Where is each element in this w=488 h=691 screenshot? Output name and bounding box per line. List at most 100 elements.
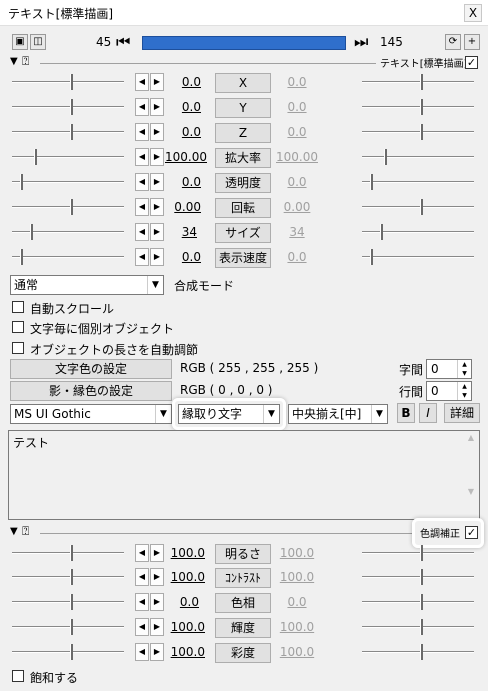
param-end-slider[interactable]	[362, 567, 474, 587]
param-button[interactable]: 拡大率	[215, 148, 271, 168]
decrement-button[interactable]: ◀	[135, 148, 149, 166]
frame-seekbar[interactable]	[142, 36, 346, 50]
param-start-value[interactable]: 100.0	[161, 620, 205, 634]
char-spacing-spinner[interactable]: 0 ▲ ▼	[426, 359, 472, 379]
param-end-slider[interactable]	[362, 247, 474, 267]
mouse-icon[interactable]: ⍰	[22, 524, 29, 539]
decrement-button[interactable]: ◀	[135, 248, 149, 266]
detail-button[interactable]: 詳細	[444, 403, 480, 423]
param-start-slider[interactable]	[12, 97, 124, 117]
param-button[interactable]: ｺﾝﾄﾗｽﾄ	[215, 568, 271, 588]
param-end-slider[interactable]	[362, 147, 474, 167]
param-start-value[interactable]: 100.00	[163, 150, 207, 164]
param-end-slider[interactable]	[362, 642, 474, 662]
spinner-arrows-icon[interactable]: ▲ ▼	[457, 382, 471, 400]
param-end-slider[interactable]	[362, 97, 474, 117]
param-button[interactable]: 透明度	[215, 173, 271, 193]
checkbox[interactable]	[12, 301, 24, 313]
checkbox[interactable]	[12, 321, 24, 333]
shadow-color-button[interactable]: 影・縁色の設定	[10, 381, 172, 401]
param-button[interactable]: 明るさ	[215, 544, 271, 564]
param-end-value[interactable]: 0.0	[275, 595, 319, 609]
line-spacing-value[interactable]: 0	[431, 384, 439, 398]
param-start-slider[interactable]	[12, 592, 124, 612]
param-end-slider[interactable]	[362, 197, 474, 217]
param-button[interactable]: サイズ	[215, 223, 271, 243]
param-start-value[interactable]: 0.0	[157, 100, 201, 114]
param-end-value[interactable]: 0.0	[275, 250, 319, 264]
collapse-arrow-icon[interactable]: ▼	[10, 56, 18, 67]
param-start-slider[interactable]	[12, 122, 124, 142]
section-text-enable-checkbox[interactable]: ✓	[465, 56, 478, 69]
param-button[interactable]: 色相	[215, 593, 271, 613]
alignment-select[interactable]: 中央揃え[中] ▼	[288, 404, 388, 424]
param-start-slider[interactable]	[12, 147, 124, 167]
text-input[interactable]: テスト ▲ ▼	[8, 430, 480, 520]
param-start-slider[interactable]	[12, 543, 124, 563]
param-start-slider[interactable]	[12, 222, 124, 242]
param-end-value[interactable]: 0.00	[275, 200, 319, 214]
camera-control-icon[interactable]: ▣	[12, 34, 28, 50]
param-start-value[interactable]: 0.0	[155, 595, 199, 609]
param-button[interactable]: 輝度	[215, 618, 271, 638]
param-button[interactable]: X	[215, 73, 271, 93]
add-filter-icon[interactable]: +	[464, 34, 480, 50]
collapse-arrow-icon[interactable]: ▼	[10, 526, 18, 537]
param-start-value[interactable]: 34	[153, 225, 197, 239]
param-end-slider[interactable]	[362, 592, 474, 612]
param-start-value[interactable]: 100.0	[161, 645, 205, 659]
param-end-slider[interactable]	[362, 543, 474, 563]
bold-button[interactable]: B	[397, 403, 415, 423]
increment-button[interactable]: ▶	[150, 148, 164, 166]
scrollbar[interactable]: ▲ ▼	[465, 433, 477, 517]
decrement-button[interactable]: ◀	[135, 568, 149, 586]
decrement-button[interactable]: ◀	[135, 198, 149, 216]
checkbox[interactable]	[12, 342, 24, 354]
param-end-value[interactable]: 100.0	[275, 645, 319, 659]
param-end-value[interactable]: 0.0	[275, 100, 319, 114]
param-start-slider[interactable]	[12, 72, 124, 92]
param-end-value[interactable]: 100.0	[275, 570, 319, 584]
text-color-button[interactable]: 文字色の設定	[10, 359, 172, 379]
param-end-value[interactable]: 100.00	[275, 150, 319, 164]
param-start-value[interactable]: 0.0	[157, 250, 201, 264]
section-color-correction-enable-checkbox[interactable]: ✓	[465, 526, 478, 539]
param-start-value[interactable]: 0.0	[157, 75, 201, 89]
blend-mode-select[interactable]: 通常 ▼	[10, 275, 164, 295]
param-end-value[interactable]: 0.0	[275, 125, 319, 139]
decrement-button[interactable]: ◀	[135, 98, 149, 116]
decrement-button[interactable]: ◀	[135, 618, 149, 636]
param-button[interactable]: 彩度	[215, 643, 271, 663]
decrement-button[interactable]: ◀	[135, 173, 149, 191]
refresh-icon[interactable]: ⟳	[445, 34, 461, 50]
decrement-button[interactable]: ◀	[135, 643, 149, 661]
param-end-value[interactable]: 0.0	[275, 175, 319, 189]
param-end-slider[interactable]	[362, 72, 474, 92]
param-button[interactable]: Y	[215, 98, 271, 118]
param-button[interactable]: Z	[215, 123, 271, 143]
font-family-select[interactable]: MS UI Gothic ▼	[10, 404, 172, 424]
param-start-value[interactable]: 0.00	[157, 200, 201, 214]
param-end-slider[interactable]	[362, 172, 474, 192]
param-end-value[interactable]: 0.0	[275, 75, 319, 89]
param-start-slider[interactable]	[12, 247, 124, 267]
italic-button[interactable]: I	[419, 403, 437, 423]
param-end-slider[interactable]	[362, 617, 474, 637]
mouse-icon[interactable]: ⍰	[22, 54, 29, 69]
param-end-value[interactable]: 100.0	[275, 620, 319, 634]
param-start-value[interactable]: 0.0	[157, 125, 201, 139]
forward-icon[interactable]: ⏭	[354, 32, 368, 52]
line-spacing-spinner[interactable]: 0 ▲ ▼	[426, 381, 472, 401]
param-start-slider[interactable]	[12, 617, 124, 637]
decrement-button[interactable]: ◀	[135, 593, 149, 611]
decrement-button[interactable]: ◀	[135, 73, 149, 91]
param-start-slider[interactable]	[12, 172, 124, 192]
checkbox[interactable]	[12, 670, 24, 682]
param-end-value[interactable]: 34	[275, 225, 319, 239]
param-start-value[interactable]: 100.0	[161, 570, 205, 584]
param-start-slider[interactable]	[12, 642, 124, 662]
spinner-arrows-icon[interactable]: ▲ ▼	[457, 360, 471, 378]
close-button[interactable]: X	[464, 4, 482, 22]
decrement-button[interactable]: ◀	[135, 223, 149, 241]
param-button[interactable]: 回転	[215, 198, 271, 218]
